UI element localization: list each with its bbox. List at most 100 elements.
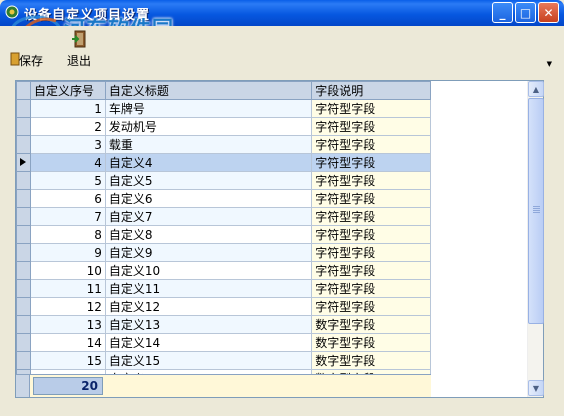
cell-title[interactable]: 发动机号 <box>104 117 313 136</box>
cell-seq[interactable]: 13 <box>29 315 106 334</box>
cell-desc[interactable]: 数字型字段 <box>311 333 431 352</box>
row-indicator[interactable] <box>16 297 31 316</box>
exit-button[interactable]: 退出 <box>62 26 96 72</box>
row-indicator[interactable] <box>16 351 31 370</box>
cell-title[interactable]: 自定义5 <box>104 171 313 190</box>
row-indicator[interactable] <box>16 153 31 172</box>
scroll-down-button[interactable]: ▼ <box>528 380 544 396</box>
cell-seq[interactable]: 7 <box>29 207 106 226</box>
chevron-up-icon: ▲ <box>532 84 540 94</box>
table-row[interactable]: 11 自定义11 字符型字段 <box>16 279 431 298</box>
cell-desc[interactable]: 字符型字段 <box>311 279 431 298</box>
table-row[interactable]: 13 自定义13 数字型字段 <box>16 315 431 334</box>
save-button[interactable]: 保存 <box>6 26 56 72</box>
cell-seq[interactable]: 5 <box>29 171 106 190</box>
cell-seq[interactable]: 1 <box>29 99 106 118</box>
row-indicator[interactable] <box>16 279 31 298</box>
row-indicator[interactable] <box>16 135 31 154</box>
cell-seq[interactable]: 4 <box>29 153 106 172</box>
cell-desc[interactable]: 字符型字段 <box>311 171 431 190</box>
table-row[interactable]: 10 自定义10 字符型字段 <box>16 261 431 280</box>
app-icon <box>5 5 19 19</box>
cell-title[interactable]: 自定义10 <box>104 261 313 280</box>
grip-icon <box>533 206 540 214</box>
save-label: 保存 <box>18 54 43 68</box>
cell-seq[interactable]: 3 <box>29 135 106 154</box>
cell-desc[interactable]: 数字型字段 <box>311 315 431 334</box>
column-header-seq[interactable]: 自定义序号 <box>29 81 106 100</box>
table-row[interactable]: 9 自定义9 字符型字段 <box>16 243 431 262</box>
cell-desc[interactable]: 字符型字段 <box>311 117 431 136</box>
cell-title[interactable]: 自定义13 <box>104 315 313 334</box>
table-row[interactable]: 14 自定义14 数字型字段 <box>16 333 431 352</box>
toolbar-overflow-icon[interactable]: ▼ <box>547 60 552 68</box>
cell-title[interactable]: 自定义4 <box>104 153 313 172</box>
cell-desc[interactable]: 字符型字段 <box>311 225 431 244</box>
minimize-button[interactable]: _ <box>492 2 513 23</box>
row-indicator[interactable] <box>16 261 31 280</box>
cell-title[interactable]: 自定义8 <box>104 225 313 244</box>
row-indicator[interactable] <box>16 225 31 244</box>
record-count: 20 <box>33 377 103 395</box>
column-header-title[interactable]: 自定义标题 <box>104 81 313 100</box>
cell-desc[interactable]: 字符型字段 <box>311 153 431 172</box>
row-indicator[interactable] <box>16 171 31 190</box>
row-indicator[interactable] <box>16 243 31 262</box>
column-header-desc[interactable]: 字段说明 <box>311 81 431 100</box>
toolbar: 保存 退出 ▼ <box>0 26 564 74</box>
scroll-up-button[interactable]: ▲ <box>528 81 544 97</box>
grid-body: 自定义序号 自定义标题 字段说明 1 车牌号 字符型字段 2 发动机号 字符型字段 3 载重字… <box>16 81 431 397</box>
scroll-thumb[interactable] <box>528 98 544 324</box>
table-row[interactable]: 6 自定义6 字符型字段 <box>16 189 431 208</box>
cell-title[interactable]: 车牌号 <box>104 99 313 118</box>
cell-title[interactable]: 自定义12 <box>104 297 313 316</box>
cell-desc[interactable]: 字符型字段 <box>311 135 431 154</box>
cell-title[interactable]: 自定义11 <box>104 279 313 298</box>
cell-title[interactable]: 载重 <box>104 135 313 154</box>
cell-seq[interactable]: 9 <box>29 243 106 262</box>
cell-title[interactable]: 自定义9 <box>104 243 313 262</box>
maximize-icon: □ <box>519 5 532 20</box>
cell-desc[interactable]: 字符型字段 <box>311 243 431 262</box>
cell-seq[interactable]: 10 <box>29 261 106 280</box>
cell-desc[interactable]: 字符型字段 <box>311 297 431 316</box>
row-indicator[interactable] <box>16 333 31 352</box>
cell-seq[interactable]: 11 <box>29 279 106 298</box>
vertical-scrollbar[interactable]: ▲ ▼ <box>527 81 544 397</box>
table-row[interactable]: 1 车牌号 字符型字段 <box>16 99 431 118</box>
grid-header-row: 自定义序号 自定义标题 字段说明 <box>16 81 431 100</box>
row-indicator[interactable] <box>16 207 31 226</box>
cell-seq[interactable]: 2 <box>29 117 106 136</box>
cell-seq[interactable]: 12 <box>29 297 106 316</box>
row-indicator[interactable] <box>16 99 31 118</box>
cell-title[interactable]: 自定义7 <box>104 207 313 226</box>
cell-seq[interactable]: 15 <box>29 351 106 370</box>
cell-desc[interactable]: 数字型字段 <box>311 351 431 370</box>
table-row[interactable]: 12 自定义12 字符型字段 <box>16 297 431 316</box>
cell-seq[interactable]: 6 <box>29 189 106 208</box>
cell-desc[interactable]: 字符型字段 <box>311 189 431 208</box>
cell-desc[interactable]: 字符型字段 <box>311 261 431 280</box>
row-indicator[interactable] <box>16 117 31 136</box>
cell-seq[interactable]: 8 <box>29 225 106 244</box>
cell-title[interactable]: 自定义14 <box>104 333 313 352</box>
table-row[interactable]: 15 自定义15 数字型字段 <box>16 351 431 370</box>
table-row[interactable]: 2 发动机号 字符型字段 <box>16 117 431 136</box>
data-grid[interactable]: 自定义序号 自定义标题 字段说明 1 车牌号 字符型字段 2 发动机号 字符型字段 3 载重字… <box>15 80 544 398</box>
cell-desc[interactable]: 字符型字段 <box>311 207 431 226</box>
row-indicator[interactable] <box>16 189 31 208</box>
row-indicator[interactable] <box>16 315 31 334</box>
table-row[interactable]: 8 自定义8 字符型字段 <box>16 225 431 244</box>
table-row[interactable]: 5 自定义5 字符型字段 <box>16 171 431 190</box>
table-row[interactable]: 3 载重 字符型字段 <box>16 135 431 154</box>
cell-title[interactable]: 自定义15 <box>104 351 313 370</box>
cell-desc[interactable]: 字符型字段 <box>311 99 431 118</box>
cell-seq[interactable]: 14 <box>29 333 106 352</box>
table-row[interactable]: 4 自定义4 字符型字段 <box>16 153 431 172</box>
table-row[interactable]: 7 自定义7 字符型字段 <box>16 207 431 226</box>
close-button[interactable]: ✕ <box>538 2 559 23</box>
title-bar[interactable]: 设备自定义项目设置 _ □ ✕ <box>0 0 564 26</box>
close-icon: ✕ <box>543 5 554 20</box>
maximize-button[interactable]: □ <box>515 2 536 23</box>
cell-title[interactable]: 自定义6 <box>104 189 313 208</box>
